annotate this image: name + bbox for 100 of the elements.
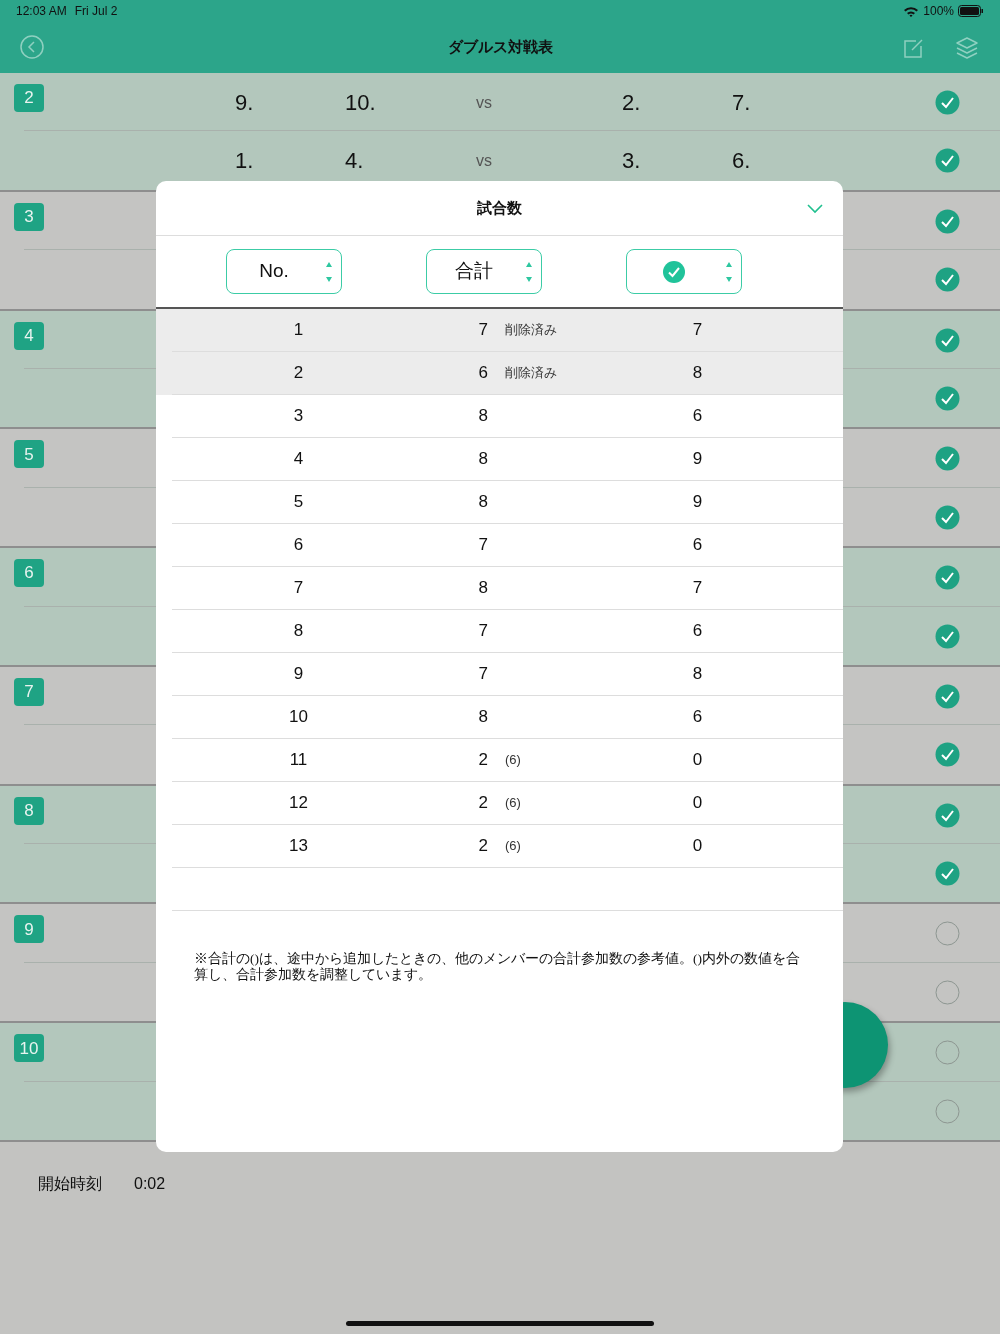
empty-circle-icon[interactable] [935,1098,960,1124]
player-number: 10. [345,89,376,117]
row-number: 13 [288,835,309,858]
nav-title: ダブルス対戦表 [447,37,553,58]
checked-circle-icon[interactable] [935,90,960,115]
player-number: 2. [622,89,641,117]
sort-button[interactable] [626,249,742,294]
row-number: 7 [292,577,305,600]
start-time-label: 開始時刻 [38,1174,102,1195]
row-number: 1 [292,319,305,342]
edit-icon[interactable] [903,37,925,59]
total-count: 8 [477,405,488,428]
row-number: 2 [292,362,305,385]
checked-circle-icon[interactable] [935,267,960,293]
vs-label: vs [476,93,492,113]
row-number: 4 [292,448,305,471]
total-count: 2 [477,792,488,815]
played-count: 6 [691,620,704,643]
checked-circle-icon[interactable] [935,802,960,828]
checked-circle-icon[interactable] [935,683,960,709]
status-time: 12:03 AM [16,3,67,20]
total-count: 7 [477,319,488,342]
checked-circle-icon[interactable] [935,327,960,353]
match-number: 3 [14,202,44,231]
checked-circle-icon[interactable] [935,504,960,530]
played-count: 0 [691,792,704,815]
total-count: 8 [477,491,488,514]
checked-circle-icon[interactable] [935,208,960,234]
row-number: 10 [288,706,309,729]
checked-circle-icon[interactable] [935,623,960,649]
played-count: 8 [691,663,704,686]
match-number: 8 [14,796,44,825]
back-icon[interactable] [20,35,44,59]
played-count: 9 [691,448,704,471]
total-note: 削除済み [505,364,557,383]
total-note: (6) [505,751,521,770]
status-date: Fri Jul 2 [74,3,118,20]
player-number: 7. [732,89,751,117]
match-number: 4 [14,321,44,350]
empty-circle-icon[interactable] [935,979,960,1005]
total-count: 7 [477,534,488,557]
total-count: 8 [477,706,488,729]
total-note: (6) [505,794,521,813]
player-number: 6. [732,147,751,176]
played-count: 7 [691,577,704,600]
footnote-text: ※合計の()は、途中から追加したときの、他のメンバーの合計参加数の参考値。()内外の数値を合算し、合計参加数を調整しています。 [193,950,801,984]
played-count: 6 [691,405,704,428]
checked-circle-icon[interactable] [935,385,960,411]
start-time-value: 0:02 [134,1174,166,1195]
played-count: 8 [691,362,704,385]
checked-circle-icon[interactable] [935,565,960,591]
match-number: 2 [14,84,44,112]
battery-percent: 100% [923,3,954,20]
row-number: 11 [288,749,309,772]
total-count: 2 [477,835,488,858]
sort-arrows-icon [725,261,733,283]
match-number: 5 [14,440,44,469]
layers-icon[interactable] [955,36,979,60]
vs-label: vs [476,151,492,172]
empty-circle-icon[interactable] [935,921,960,947]
player-number: 1. [235,147,254,176]
check-circle-icon [663,260,685,283]
played-count: 0 [691,749,704,772]
total-count: 6 [477,362,488,385]
match-number: 7 [14,677,44,706]
checked-circle-icon[interactable] [935,742,960,768]
checked-circle-icon[interactable] [935,861,960,887]
played-count: 6 [691,706,704,729]
total-count: 2 [477,749,488,772]
player-number: 9. [235,89,254,117]
played-count: 9 [691,491,704,514]
total-count: 8 [477,448,488,471]
total-count: 7 [477,663,488,686]
row-number: 3 [292,405,305,428]
sort-arrows-icon [325,261,333,283]
row-number: 9 [292,663,305,686]
total-note: (6) [505,837,521,856]
row-number: 12 [288,792,309,815]
battery-icon [958,5,984,17]
wifi-icon [903,4,920,18]
sort-button[interactable]: No. [226,249,342,294]
played-count: 6 [691,534,704,557]
played-count: 0 [691,835,704,858]
total-note: 削除済み [505,321,557,340]
match-number: 9 [14,915,44,944]
total-count: 8 [477,577,488,600]
checked-circle-icon[interactable] [935,148,960,174]
dialog-title: 試合数 [477,197,522,218]
empty-circle-icon[interactable] [935,1040,960,1066]
sort-button[interactable]: 合計 [426,249,542,294]
match-number: 10 [14,1034,44,1063]
player-number: 3. [622,147,641,176]
total-count: 7 [477,620,488,643]
checked-circle-icon[interactable] [935,446,960,472]
chevron-down-icon[interactable] [807,204,823,214]
match-number: 6 [14,559,44,588]
row-number: 5 [292,491,305,514]
sort-arrows-icon [525,261,533,283]
played-count: 7 [691,319,704,342]
row-number: 6 [292,534,305,557]
